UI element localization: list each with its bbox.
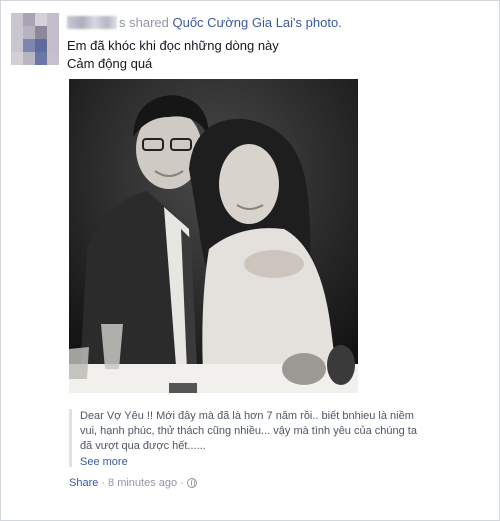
see-more-link[interactable]: See more <box>80 456 128 468</box>
avatar[interactable] <box>11 13 59 65</box>
story-footer: Share · 8 minutes ago · <box>69 477 197 489</box>
shared-photo[interactable] <box>69 79 358 393</box>
caption-text: Dear Vợ Yêu !! Mới đây mà đã là hơn 7 nă… <box>80 410 417 452</box>
photo-image <box>69 79 358 393</box>
post-message: Em đã khóc khi đọc những dòng này Cảm độ… <box>67 37 279 73</box>
author-suffix: s shared <box>119 15 173 30</box>
feed-story: s shared Quốc Cường Gia Lai's photo. Em … <box>0 0 500 521</box>
separator: · <box>101 477 106 489</box>
avatar-pixel <box>23 39 35 52</box>
message-line: Cảm động quá <box>67 56 153 71</box>
blurred-author-name[interactable] <box>67 16 117 29</box>
avatar-pixel <box>35 52 47 65</box>
avatar-pixel <box>47 52 59 65</box>
shared-from-link[interactable]: Quốc Cường Gia Lai <box>172 15 293 30</box>
share-link[interactable]: Share <box>69 477 98 489</box>
message-line: Em đã khóc khi đọc những dòng này <box>67 38 279 53</box>
timestamp[interactable]: 8 minutes ago <box>108 477 177 489</box>
avatar-pixel <box>23 26 35 39</box>
avatar-pixel <box>23 13 35 26</box>
story-header: s shared Quốc Cường Gia Lai's photo. <box>67 15 487 33</box>
avatar-pixel <box>11 52 23 65</box>
separator: · <box>180 477 184 489</box>
shared-object-link[interactable]: 's photo. <box>293 15 342 30</box>
avatar-pixel <box>35 39 47 52</box>
avatar-pixel <box>35 26 47 39</box>
globe-icon[interactable] <box>186 478 197 488</box>
